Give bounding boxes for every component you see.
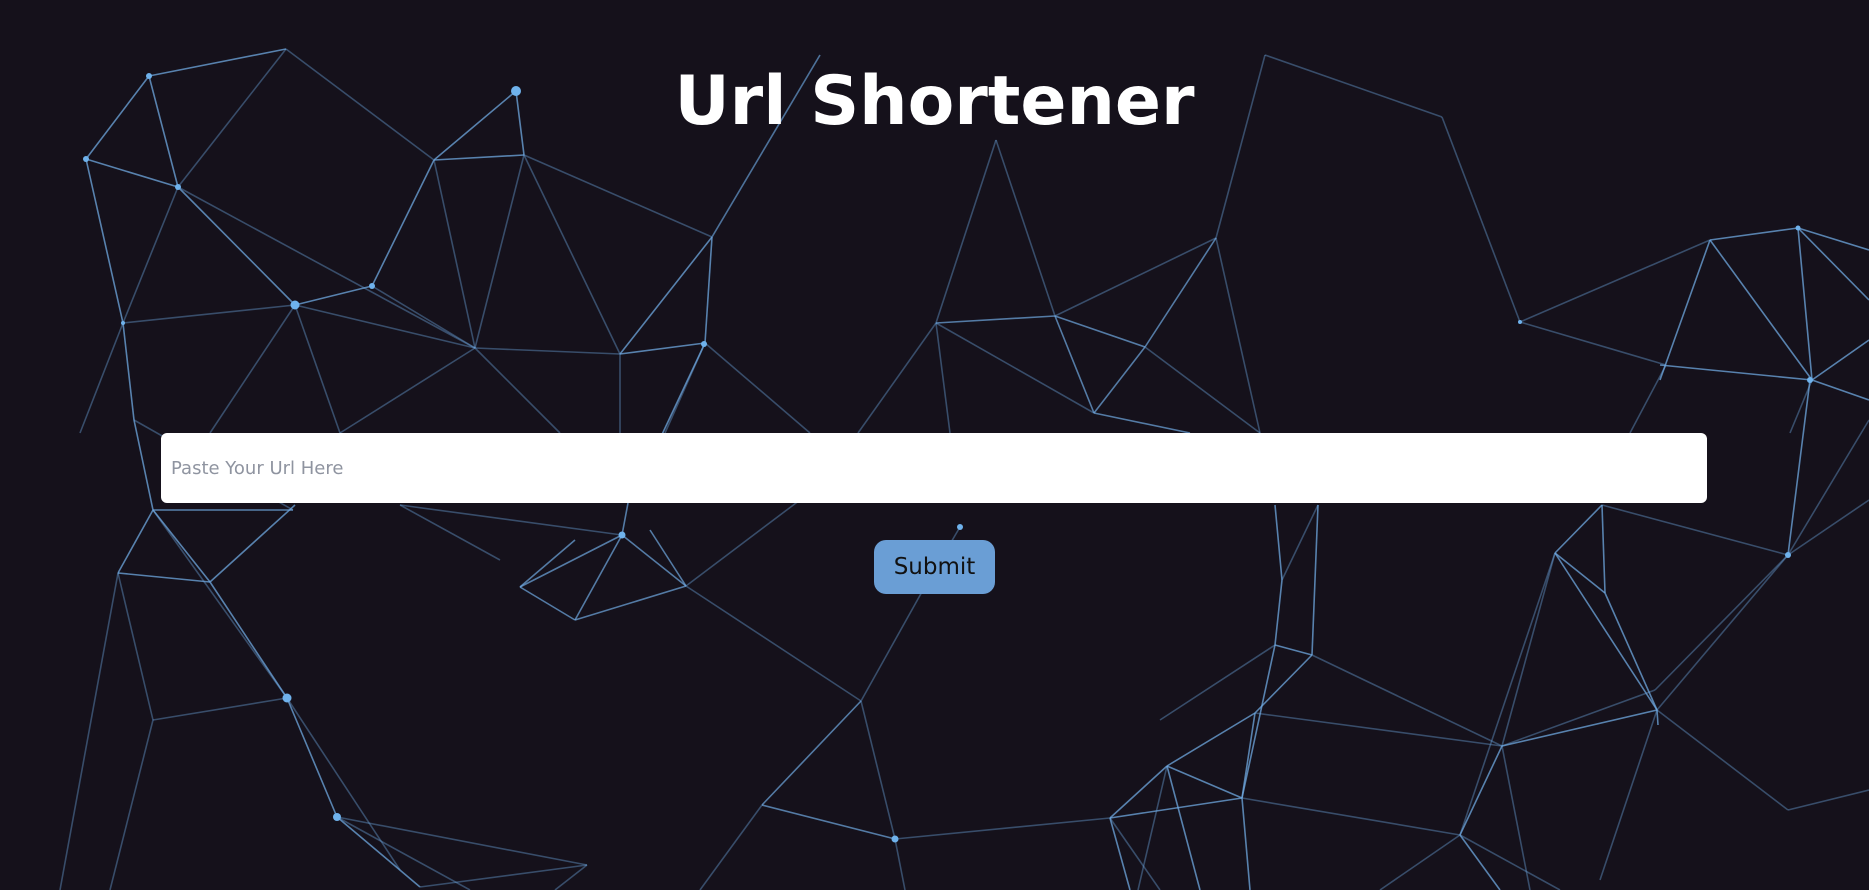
page-title: Url Shortener	[674, 61, 1195, 141]
submit-button[interactable]: Submit	[874, 540, 995, 594]
url-input[interactable]	[161, 433, 1707, 503]
page-background: Url Shortener Submit	[0, 0, 1869, 890]
